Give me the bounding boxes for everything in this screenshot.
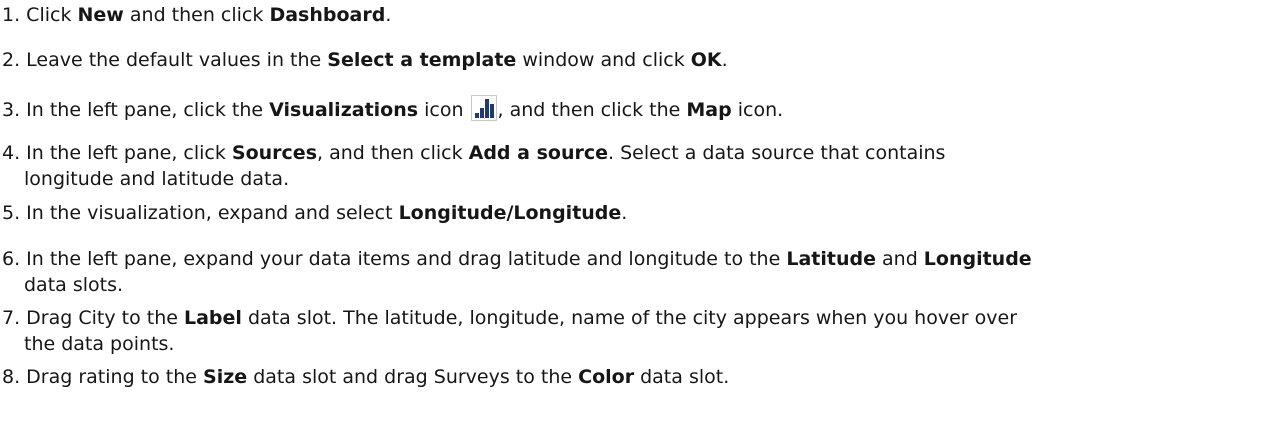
step-line: 3. In the left pane, click the Visualiza… <box>2 95 1264 123</box>
step-number: 5. <box>2 202 27 224</box>
step-emphasis-text: Map <box>686 99 732 121</box>
visualizations-icon <box>470 95 497 121</box>
step-number: 1. <box>2 4 27 26</box>
step-text: icon <box>418 99 470 121</box>
step-emphasis-text: Longitude/Longitude <box>398 202 622 224</box>
step-line: 2. Leave the default values in the Selec… <box>2 47 1264 73</box>
step-emphasis-text: Longitude <box>923 248 1032 270</box>
step-continuation: data slots. <box>2 272 1264 298</box>
step-number: 2. <box>2 49 27 71</box>
step-line: 5. In the visualization, expand and sele… <box>2 200 1264 226</box>
step-emphasis-text: Select a template <box>327 49 517 71</box>
step-text: , and then click <box>317 142 469 164</box>
step-emphasis-text: OK <box>690 49 722 71</box>
step-text: longitude and latitude data. <box>24 168 290 190</box>
step-emphasis-text: Label <box>183 307 242 329</box>
step-text: icon. <box>731 99 784 121</box>
step-line: 7. Drag City to the Label data slot. The… <box>2 305 1264 331</box>
step-text: data slot and drag Surveys to the <box>247 366 579 388</box>
step-item: 6. In the left pane, expand your data it… <box>2 246 1264 298</box>
step-text: . <box>385 4 392 26</box>
step-text: Leave the default values in the <box>26 49 328 71</box>
step-emphasis-text: Add a source <box>468 142 608 164</box>
step-text: In the left pane, click the <box>26 99 270 121</box>
step-emphasis-text: Size <box>203 366 248 388</box>
instruction-list: 1. Click New and then click Dashboard. 2.… <box>0 0 1266 430</box>
step-item: 7. Drag City to the Label data slot. The… <box>2 305 1264 357</box>
step-emphasis-text: Dashboard <box>269 4 386 26</box>
visualizations-icon-bar <box>484 99 489 118</box>
step-number: 4. <box>2 142 27 164</box>
step-text: Click <box>26 4 78 26</box>
step-number: 8. <box>2 366 27 388</box>
visualizations-icon-bar <box>474 113 479 118</box>
step-number: 6. <box>2 248 27 270</box>
step-text: In the left pane, expand your data items… <box>26 248 787 270</box>
step-text: Drag rating to the <box>26 366 204 388</box>
step-number: 3. <box>2 99 27 121</box>
step-text: . Select a data source that contains <box>608 142 946 164</box>
step-continuation: longitude and latitude data. <box>2 166 1264 192</box>
step-item: 4. In the left pane, click Sources, and … <box>2 140 1264 192</box>
step-text: and <box>875 248 924 270</box>
step-item: 8. Drag rating to the Size data slot and… <box>2 364 1264 390</box>
step-text: In the left pane, click <box>26 142 232 164</box>
step-continuation: the data points. <box>2 331 1264 357</box>
step-text: data slot. The latitude, longitude, name… <box>241 307 1018 329</box>
visualizations-icon-bar <box>489 104 494 118</box>
step-emphasis-text: Sources <box>231 142 317 164</box>
step-item: 3. In the left pane, click the Visualiza… <box>2 95 1264 123</box>
step-text: window and click <box>516 49 691 71</box>
step-line: 8. Drag rating to the Size data slot and… <box>2 364 1264 390</box>
step-text: data slot. <box>634 366 730 388</box>
step-text: In the visualization, expand and select <box>26 202 399 224</box>
step-text: . <box>621 202 628 224</box>
step-text: data slots. <box>24 274 124 296</box>
step-emphasis-text: Latitude <box>786 248 876 270</box>
step-line: 6. In the left pane, expand your data it… <box>2 246 1264 272</box>
step-text: and then click <box>123 4 270 26</box>
step-item: 1. Click New and then click Dashboard. <box>2 2 1264 28</box>
step-number: 7. <box>2 307 27 329</box>
step-emphasis-text: Color <box>578 366 635 388</box>
step-item: 2. Leave the default values in the Selec… <box>2 47 1264 73</box>
step-line: 4. In the left pane, click Sources, and … <box>2 140 1264 166</box>
step-emphasis-text: Visualizations <box>269 99 419 121</box>
step-text: Drag City to the <box>26 307 184 329</box>
step-text: . <box>721 49 728 71</box>
step-text: the data points. <box>24 333 175 355</box>
step-text: , and then click the <box>497 99 687 121</box>
step-emphasis-text: New <box>77 4 124 26</box>
visualizations-icon-bar <box>479 108 484 118</box>
step-line: 1. Click New and then click Dashboard. <box>2 2 1264 28</box>
step-item: 5. In the visualization, expand and sele… <box>2 200 1264 226</box>
